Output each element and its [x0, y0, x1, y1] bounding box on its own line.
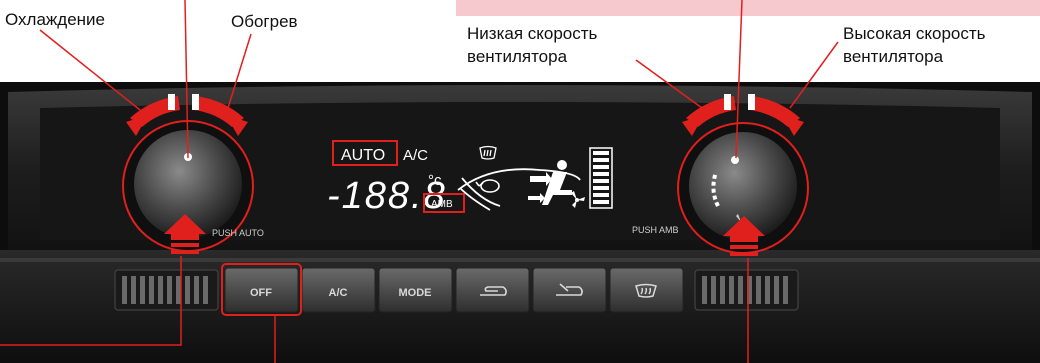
fresh-air-button[interactable]: [532, 267, 607, 313]
ac-indicator: A/C: [403, 147, 428, 164]
fan-knob-indicator: [731, 156, 739, 164]
off-button[interactable]: OFF: [224, 267, 299, 313]
ac-button-label: A/C: [329, 287, 348, 299]
amb-indicator: AMB: [431, 199, 453, 210]
left-air-vent: [114, 269, 219, 311]
mode-button[interactable]: MODE: [378, 267, 453, 313]
climate-control-panel: OFF A/C MODE PUSH AUTO PUSH AMB AUTO A/C…: [0, 0, 1040, 363]
right-knob-push-label: PUSH AMB: [632, 225, 679, 235]
mode-button-label: MODE: [399, 287, 432, 299]
auto-indicator: AUTO: [341, 147, 385, 164]
off-button-label: OFF: [250, 287, 272, 299]
ac-button[interactable]: A/C: [301, 267, 376, 313]
right-air-vent: [694, 269, 799, 311]
rear-defrost-button[interactable]: [609, 267, 684, 313]
left-knob-push-label: PUSH AUTO: [212, 228, 264, 238]
recirculation-button[interactable]: [455, 267, 530, 313]
temperature-unit: °c: [428, 172, 442, 189]
